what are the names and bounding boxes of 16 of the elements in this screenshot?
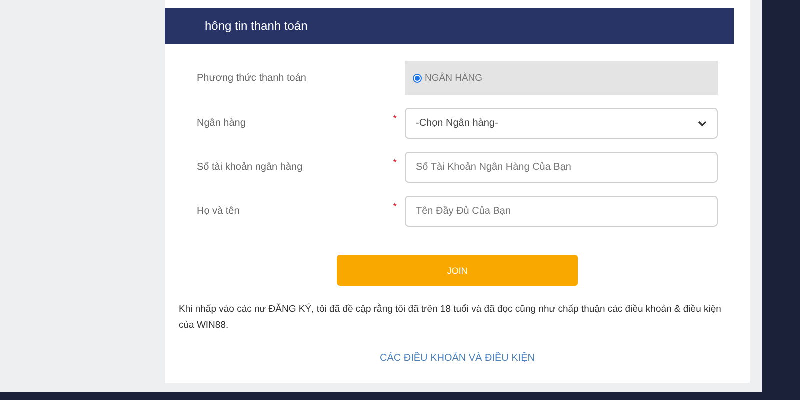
required-mark: * [393, 113, 398, 125]
field-label: Số tài khoản ngân hàng [197, 162, 304, 173]
input-field[interactable]: Số Tài Khoản Ngân Hàng Của Bạn [405, 152, 718, 183]
chevron-down-icon [698, 120, 707, 126]
terms-link[interactable]: CÁC ĐIỀU KHOẢN VÀ ĐIỀU KIỆN [380, 353, 536, 364]
field-label: Họ và tên [197, 206, 241, 217]
required-mark: * [393, 157, 398, 169]
required-mark: * [393, 201, 398, 213]
radio-button[interactable] [413, 74, 422, 82]
terms-notice: Khi nhấp vào các nư ĐĂNG KÝ, tôi đã đề cập rằng tôi đã trên 18 tuổi và đã đọc cũng như chấp thuận các điều khoản & điều kiện của WIN88. [179, 302, 722, 333]
bank-select[interactable]: -Chọn Ngân hàng- [405, 108, 718, 139]
field-label: Phương thức thanh toán [197, 72, 308, 84]
radio-label: NGÂN HÀNG [425, 72, 483, 84]
section-header: hông tin thanh toán [165, 8, 734, 44]
field-label: Ngân hàng [197, 118, 247, 129]
input-field[interactable]: Tên Đầy Đủ Của Bạn [405, 196, 718, 227]
